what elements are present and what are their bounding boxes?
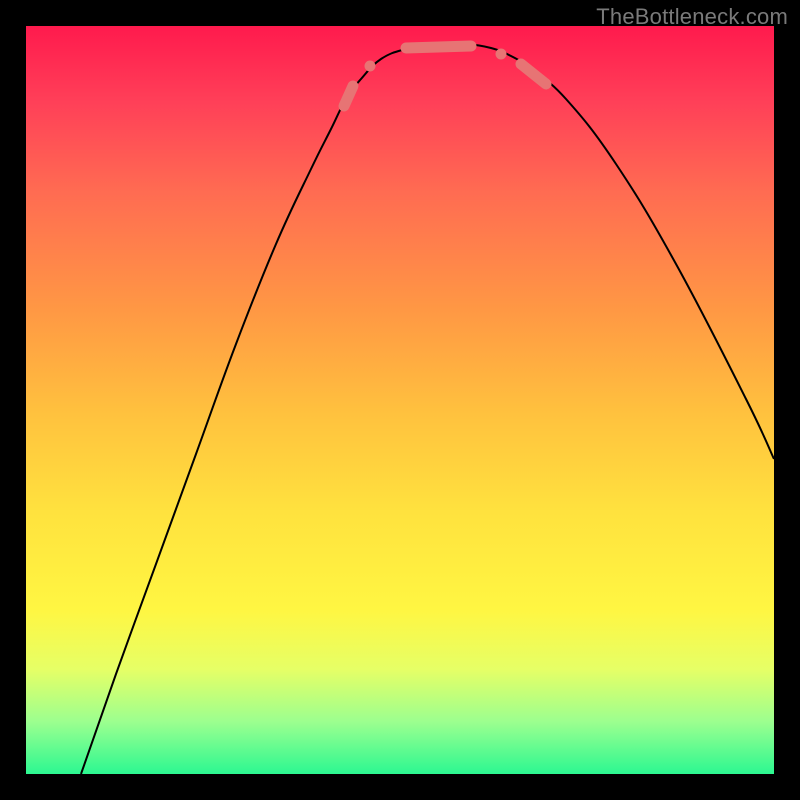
marker-group bbox=[344, 46, 546, 106]
curve-marker-dot bbox=[365, 61, 376, 72]
curve-marker-segment bbox=[521, 64, 546, 84]
curve-marker-dot bbox=[496, 49, 507, 60]
bottleneck-curve bbox=[81, 43, 774, 774]
chart-plot-area bbox=[26, 26, 774, 774]
curve-marker-segment bbox=[344, 86, 353, 106]
attribution-text: TheBottleneck.com bbox=[596, 4, 788, 30]
chart-svg bbox=[26, 26, 774, 774]
curve-marker-segment bbox=[406, 46, 471, 48]
